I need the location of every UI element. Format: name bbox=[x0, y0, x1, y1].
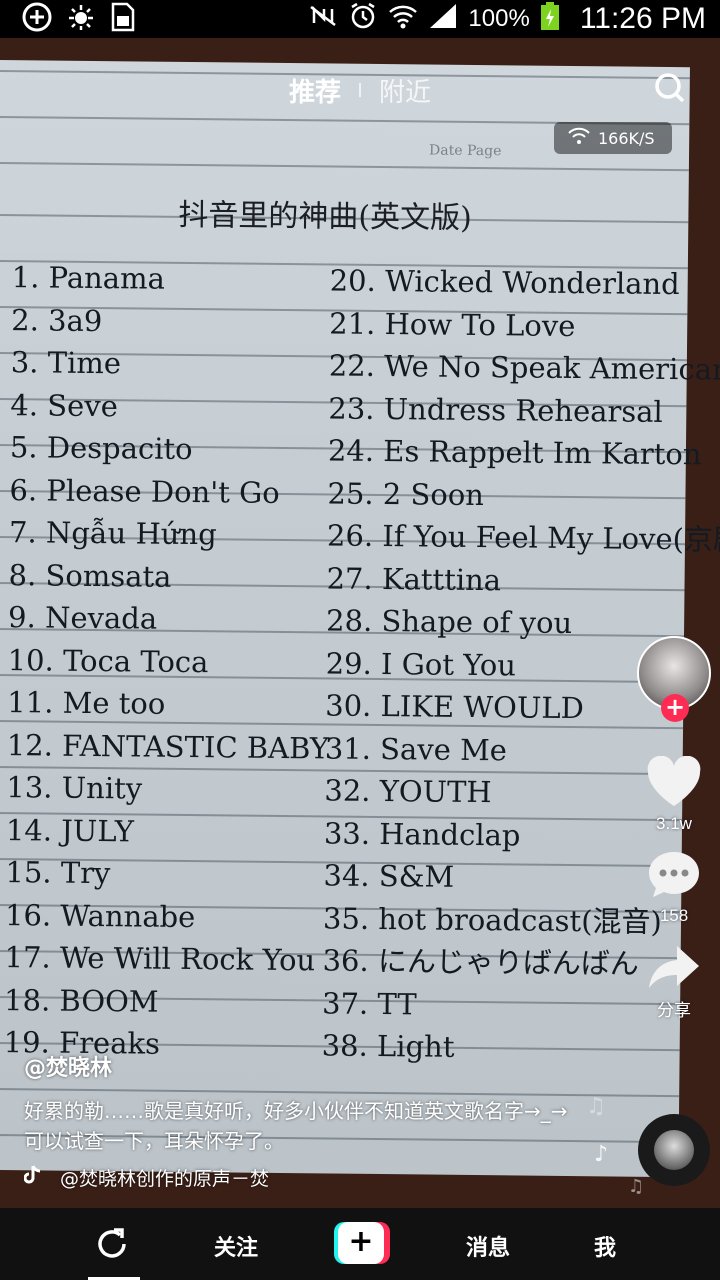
comment-icon[interactable] bbox=[646, 848, 702, 904]
song-item: 23. Undress Rehearsal bbox=[328, 390, 664, 429]
song-item: 20. Wicked Wonderland bbox=[329, 263, 680, 302]
paper-title: 抖音里的神曲(英文版) bbox=[178, 197, 472, 236]
follow-plus-icon[interactable]: + bbox=[661, 694, 689, 722]
song-item: 2. 3a9 bbox=[11, 302, 103, 338]
song-item: 26. If You Feel My Love(京剧) bbox=[326, 518, 720, 557]
song-item: 22. We No Speak Americano bbox=[328, 348, 720, 387]
music-note-icon: ♪ bbox=[594, 1142, 609, 1167]
share-button[interactable]: 分享 bbox=[647, 944, 701, 1021]
alarm-icon bbox=[348, 1, 378, 37]
song-item: 12. FANTASTIC BABY bbox=[6, 727, 330, 765]
network-speed-badge: 166K/S bbox=[554, 122, 672, 154]
song-item: 13. Unity bbox=[6, 770, 143, 806]
plus-icon: + bbox=[338, 1222, 384, 1264]
wifi-icon bbox=[568, 127, 590, 149]
song-item: 10. Toca Toca bbox=[7, 642, 209, 679]
tab-me[interactable]: 我 bbox=[594, 1230, 616, 1262]
signal-icon bbox=[428, 2, 458, 36]
like-button[interactable]: 3.1w bbox=[646, 755, 702, 834]
status-bar: 100% 11:26 PM bbox=[0, 0, 720, 38]
notebook-page: Date Page 抖音里的神曲(英文版) 1. Panama 2. 3a9 3… bbox=[0, 60, 720, 1178]
song-item: 18. BOOM bbox=[3, 982, 159, 1019]
wifi-icon bbox=[388, 2, 418, 36]
feed-tabs: 推荐 附近 bbox=[0, 70, 720, 110]
song-item: 11. Me too bbox=[7, 685, 166, 721]
like-count: 3.1w bbox=[656, 814, 692, 833]
song-item: 25. 2 Soon bbox=[327, 475, 485, 512]
comment-count: 158 bbox=[659, 906, 689, 925]
song-item: 7. Ngẫu Hứng bbox=[8, 515, 217, 552]
song-item: 27. Katttina bbox=[326, 560, 502, 597]
share-arrow-icon[interactable] bbox=[647, 944, 701, 994]
share-label: 分享 bbox=[657, 1001, 691, 1020]
music-info[interactable]: @焚晓林创作的原声－焚 bbox=[23, 1164, 269, 1191]
sim-card-icon bbox=[110, 2, 136, 36]
song-item: 9. Nevada bbox=[7, 600, 158, 636]
music-note-icon: ♫ bbox=[586, 1094, 606, 1119]
creator-username[interactable]: @焚晓林 bbox=[24, 1050, 584, 1082]
song-item: 15. Try bbox=[5, 855, 111, 891]
battery-percent: 100% bbox=[468, 5, 530, 32]
song-item: 21. How To Love bbox=[329, 305, 576, 343]
bottom-nav: 关注 + 消息 我 bbox=[0, 1208, 720, 1280]
tab-messages[interactable]: 消息 bbox=[466, 1230, 510, 1262]
brightness-icon bbox=[66, 2, 96, 36]
battery-charging-icon bbox=[540, 1, 560, 37]
song-item: 6. Please Don't Go bbox=[9, 472, 280, 510]
refresh-icon[interactable] bbox=[94, 1226, 130, 1266]
music-disc[interactable] bbox=[638, 1114, 710, 1186]
tab-nearby[interactable]: 附近 bbox=[379, 72, 431, 109]
song-item: 3. Time bbox=[10, 345, 122, 381]
paper-header-marks: Date Page bbox=[428, 142, 502, 160]
tab-divider bbox=[359, 83, 361, 97]
song-item: 1. Panama bbox=[11, 260, 166, 296]
song-item: 5. Despacito bbox=[9, 430, 193, 467]
song-list-left: 1. Panama 2. 3a9 3. Time 4. Seve 5. Desp… bbox=[3, 256, 334, 1067]
comment-button[interactable]: 158 bbox=[646, 848, 702, 926]
song-item: 4. Seve bbox=[10, 387, 119, 423]
search-icon[interactable] bbox=[654, 72, 686, 104]
music-title[interactable]: @焚晓林创作的原声－焚 bbox=[60, 1164, 269, 1191]
add-circle-icon bbox=[22, 2, 52, 36]
video-player[interactable]: Date Page 抖音里的神曲(英文版) 1. Panama 2. 3a9 3… bbox=[0, 38, 720, 1208]
creator-avatar[interactable]: + bbox=[637, 636, 711, 722]
heart-icon[interactable] bbox=[646, 755, 702, 812]
song-item: 8. Somsata bbox=[8, 557, 172, 594]
song-item: 24. Es Rappelt Im Karton bbox=[327, 433, 702, 472]
video-description: 好累的勒……歌是真好听，好多小伙伴不知道英文歌名字→_→可以试查一下，耳朵怀孕了… bbox=[24, 1099, 568, 1153]
create-button[interactable]: + bbox=[334, 1222, 390, 1264]
song-item: 14. JULY bbox=[5, 812, 135, 848]
network-speed: 166K/S bbox=[598, 128, 655, 148]
tiktok-note-icon bbox=[23, 1165, 42, 1190]
action-rail: + 3.1w 158 分享 bbox=[637, 636, 711, 1021]
tab-following[interactable]: 关注 bbox=[214, 1230, 258, 1262]
song-item: 17. We Will Rock You bbox=[4, 940, 316, 978]
clock: 11:26 PM bbox=[579, 2, 706, 35]
video-caption: @焚晓林 好累的勒……歌是真好听，好多小伙伴不知道英文歌名字→_→可以试查一下，… bbox=[24, 1050, 584, 1156]
tab-recommend[interactable]: 推荐 bbox=[289, 72, 341, 109]
nfc-muted-icon bbox=[308, 3, 338, 35]
music-disc-avatar bbox=[654, 1130, 694, 1170]
song-item: 16. Wannabe bbox=[4, 897, 196, 934]
music-note-icon: ♫ bbox=[628, 1176, 645, 1197]
